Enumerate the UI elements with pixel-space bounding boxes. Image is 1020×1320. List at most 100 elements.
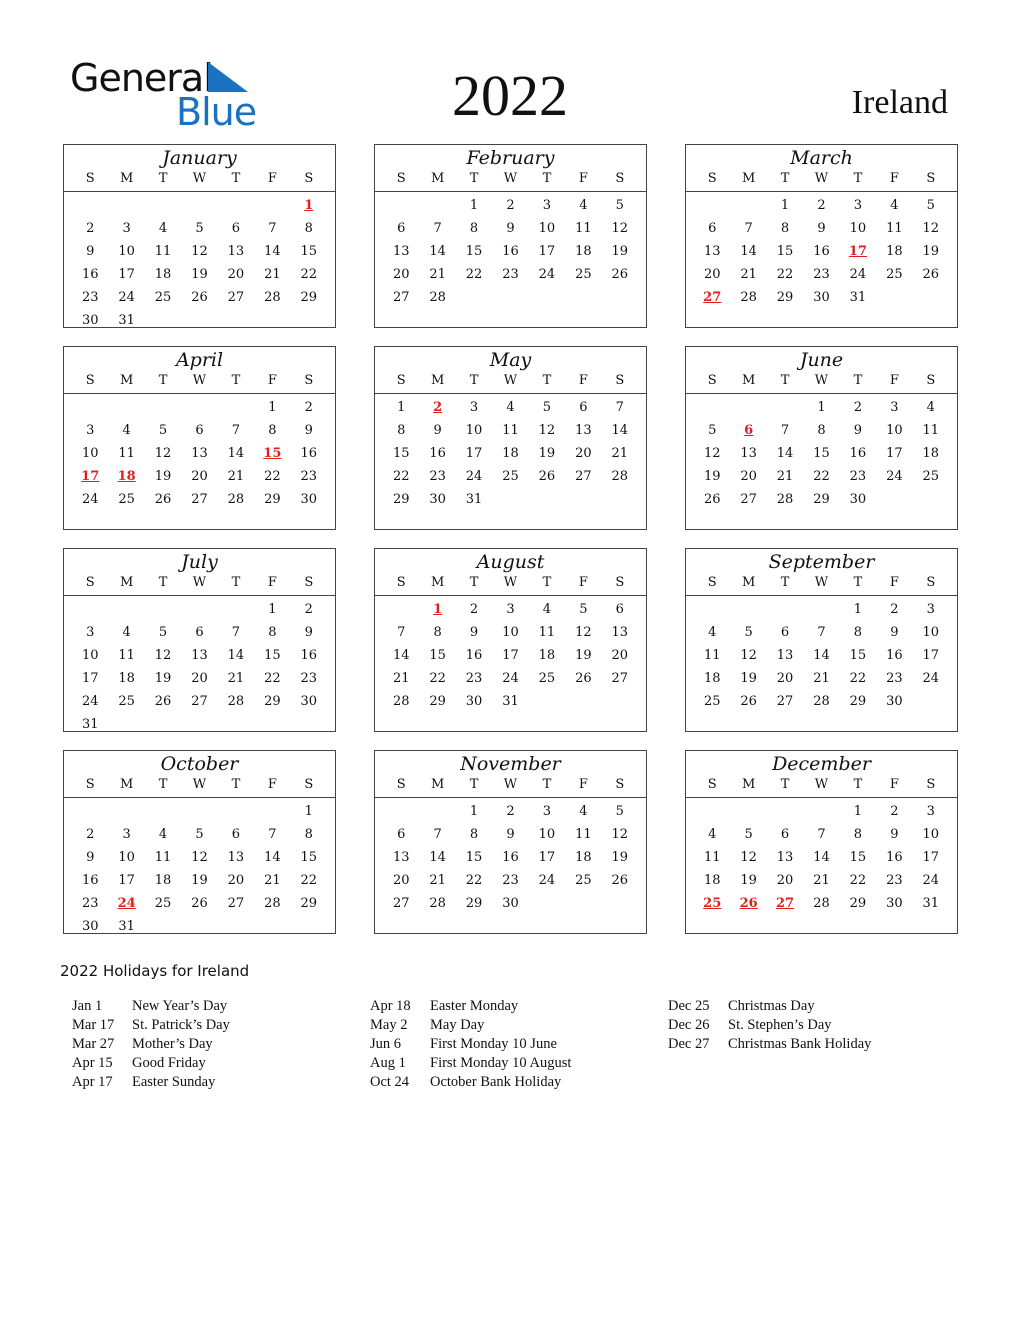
month-may: May S M T W T F S 1 2 3 4 5 6 7 8 9 10 11 12 13 14 15 16 17 18 19 2…: [374, 346, 647, 530]
day: 29: [264, 694, 281, 709]
day: 27: [392, 290, 410, 305]
day: 14: [813, 648, 830, 663]
day: 4: [708, 625, 717, 640]
day: 12: [538, 423, 556, 438]
day: 14: [813, 850, 830, 865]
day: 18: [703, 873, 721, 888]
weekday-label: S: [396, 575, 406, 590]
day: 24: [502, 671, 519, 686]
day: 7: [397, 625, 406, 640]
day: 30: [465, 694, 483, 709]
empty-cell: [181, 598, 217, 621]
day: 30: [886, 694, 903, 709]
day: 16: [300, 648, 318, 663]
holiday-day: 2: [433, 400, 443, 415]
day: 22: [300, 873, 318, 888]
day: 3: [469, 400, 479, 415]
day: 18: [886, 244, 903, 259]
day: 13: [776, 648, 794, 663]
weekday-label: S: [707, 575, 717, 590]
day: 11: [886, 221, 903, 236]
day: 6: [780, 625, 790, 640]
day: 12: [191, 850, 208, 865]
day: 7: [231, 423, 241, 438]
day: 19: [740, 671, 757, 686]
day: 24: [922, 873, 940, 888]
holiday-item: Oct 24 October Bank Holiday: [370, 1073, 571, 1092]
day: 23: [886, 671, 903, 686]
day: 2: [506, 198, 515, 213]
weekday-label: T: [542, 575, 552, 590]
weekday-label: M: [741, 171, 756, 186]
day: 21: [264, 267, 281, 282]
empty-cell: [218, 800, 254, 823]
day: 13: [575, 423, 592, 438]
day: 9: [469, 625, 479, 640]
day: 7: [433, 827, 442, 842]
day: 8: [433, 625, 442, 640]
weekday-label: S: [85, 171, 95, 186]
day: 22: [776, 267, 794, 282]
month-name: October: [160, 753, 239, 775]
day: 29: [849, 896, 867, 911]
weekday-label: T: [231, 777, 241, 792]
day: 21: [611, 446, 629, 461]
weekday-label: S: [396, 171, 406, 186]
empty-cell: [145, 598, 181, 621]
day: 26: [922, 267, 940, 282]
month-name: April: [175, 349, 224, 371]
day: 5: [708, 423, 717, 438]
day: 10: [886, 423, 903, 438]
day: 14: [392, 648, 410, 663]
day: 11: [703, 850, 721, 865]
day: 12: [740, 648, 757, 663]
day: 8: [817, 423, 826, 438]
empty-cell: [767, 800, 803, 823]
day: 22: [429, 671, 446, 686]
month-january: January S M T W T F S 1 2 3 4 5 6 7 8 9 10 11 12 13 14 15 16 17 1…: [63, 144, 336, 328]
day: 8: [304, 827, 313, 842]
weekday-label: T: [158, 777, 168, 792]
month-december: December S M T W T F S 1 2 3 4 5 6 7 8 9 10 11 12 13 14 15 16 17…: [685, 750, 958, 934]
day: 8: [268, 423, 277, 438]
weekday-label: T: [158, 575, 168, 590]
day: 10: [118, 244, 135, 259]
day: 13: [776, 850, 794, 865]
day: 2: [86, 221, 95, 236]
day: 14: [429, 244, 446, 259]
day: 4: [158, 221, 168, 236]
day: 21: [227, 469, 245, 484]
day: 6: [397, 221, 406, 236]
day: 2: [890, 804, 899, 819]
day: 23: [813, 267, 830, 282]
holiday-name: First Monday 10 August: [430, 1055, 572, 1071]
day: 17: [118, 873, 135, 888]
day: 28: [429, 896, 446, 911]
weekday-label: S: [615, 777, 625, 792]
day: 3: [122, 827, 131, 842]
day: 6: [195, 625, 204, 640]
day: 28: [429, 290, 446, 305]
day: 9: [86, 244, 95, 259]
day: 21: [264, 873, 281, 888]
day: 16: [502, 850, 519, 865]
day: 31: [922, 896, 940, 911]
empty-cell: [145, 194, 181, 217]
day: 1: [469, 804, 479, 819]
holiday-date: Jan 1: [72, 998, 103, 1014]
holiday-column: Dec 25 Christmas Day Dec 26 St. Stephen’s D…: [668, 997, 871, 1054]
day-grid: 1 2 3 4 5 6 7 8 9 10 11 12 13 14 15 16 17 18 19 20 21 22 23 24 2…: [64, 194, 335, 332]
day: 25: [575, 267, 592, 282]
day: 7: [615, 400, 624, 415]
day: 15: [776, 244, 794, 259]
day: 9: [890, 827, 899, 842]
day: 15: [465, 244, 483, 259]
day: 27: [191, 492, 208, 507]
weekday-label: M: [119, 171, 134, 186]
day: 25: [703, 694, 721, 709]
day: 25: [502, 469, 519, 484]
day: 16: [300, 446, 318, 461]
day-grid: 1 2 3 4 5 6 7 8 9 10 11 12 13 14 15 16 17 18 19 20 21 22 23 24 2…: [64, 800, 335, 938]
day: 7: [780, 423, 790, 438]
holiday-item: Dec 26 St. Stephen’s Day: [668, 1016, 871, 1035]
